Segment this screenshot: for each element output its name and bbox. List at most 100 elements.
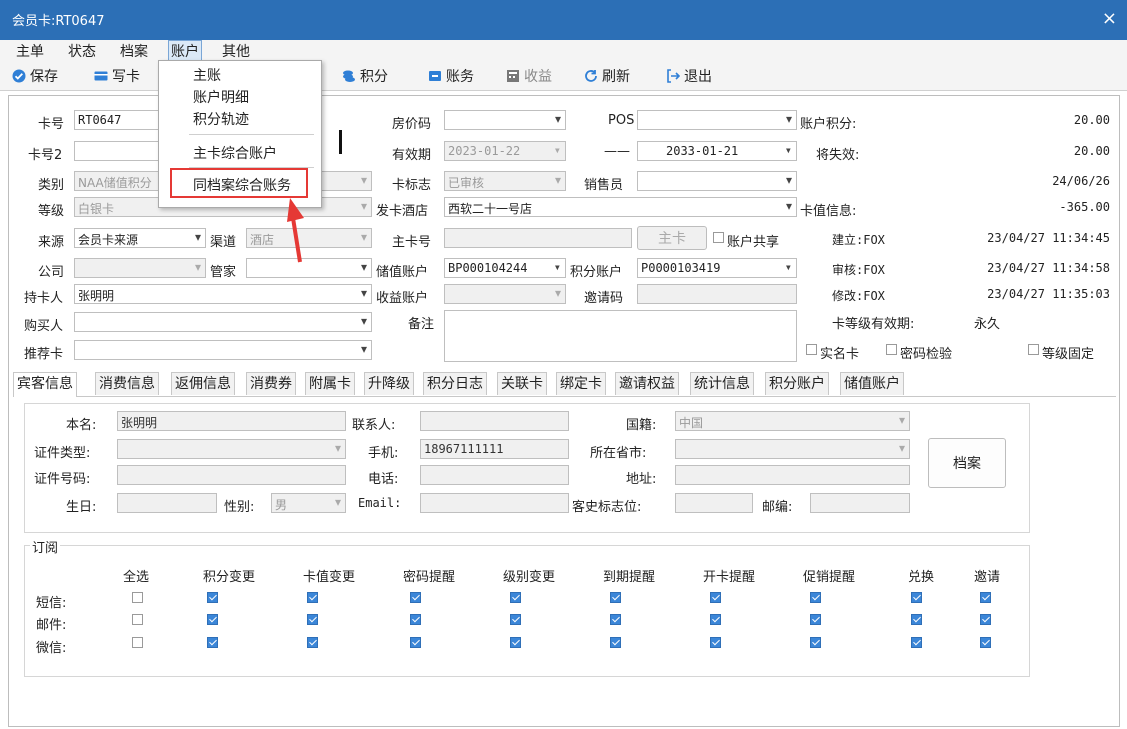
contact-field[interactable] [420,411,569,431]
menu-item-main-card-account[interactable]: 主卡综合账户 [193,143,277,163]
subscribe-wechat-checkbox-1[interactable] [207,637,218,648]
subscribe-email-checkbox-8[interactable] [911,614,922,625]
gender-select[interactable]: 男 [271,493,346,513]
valid-from-field[interactable]: 2023-01-22 [444,141,566,161]
exit-button[interactable]: 退出 [666,66,712,86]
account-button[interactable]: 账务 [428,66,474,86]
subscribe-sms-checkbox-1[interactable] [207,592,218,603]
subscribe-email-checkbox-9[interactable] [980,614,991,625]
subscribe-email-checkbox-0[interactable] [132,614,143,625]
refresh-button[interactable]: 刷新 [584,66,630,86]
subscribe-wechat-checkbox-5[interactable] [610,637,621,648]
archive-button[interactable]: 档案 [928,438,1006,488]
subscribe-sms-checkbox-6[interactable] [710,592,721,603]
subscribe-wechat-checkbox-4[interactable] [510,637,521,648]
email-field[interactable] [420,493,569,513]
subscribe-sms-checkbox-5[interactable] [610,592,621,603]
name-field[interactable]: 张明明 [117,411,346,431]
level-fixed-checkbox[interactable] [1028,344,1039,355]
menu-main[interactable]: 主单 [16,41,44,61]
tab-points-log[interactable]: 积分日志 [423,372,487,395]
birthday-field[interactable] [117,493,217,513]
points-acc-select[interactable]: P0000103419 [637,258,797,278]
remark-textarea[interactable] [444,310,797,362]
tab-stored-account[interactable]: 储值账户 [840,372,904,395]
zip-field[interactable] [810,493,910,513]
invite-field[interactable] [637,284,797,304]
tab-bound-cards[interactable]: 绑定卡 [556,372,606,395]
valid-to-field[interactable]: 2033-01-21 [637,141,797,161]
subscribe-wechat-checkbox-2[interactable] [307,637,318,648]
main-card-button[interactable]: 主卡 [637,226,707,250]
subscribe-sms-checkbox-2[interactable] [307,592,318,603]
company-select[interactable] [74,258,206,278]
subscribe-sms-checkbox-0[interactable] [132,592,143,603]
hotel-select[interactable]: 西软二十一号店 [444,197,797,217]
tab-guest-info[interactable]: 宾客信息 [13,372,77,397]
tab-consume-info[interactable]: 消费信息 [95,372,159,395]
tab-points-account[interactable]: 积分账户 [765,372,829,395]
income-select[interactable] [444,284,566,304]
phone-field[interactable] [420,465,569,485]
card-no2-field[interactable] [74,141,160,161]
subscribe-sms-checkbox-9[interactable] [980,592,991,603]
password-check-checkbox[interactable] [886,344,897,355]
room-code-select[interactable] [444,110,566,130]
menu-account[interactable]: 账户 [168,40,202,62]
menu-item-account-detail[interactable]: 账户明细 [193,87,249,107]
source-select[interactable]: 会员卡来源 [74,228,206,248]
card-no-field[interactable]: RT0647 [74,110,160,130]
close-icon[interactable]: × [1102,8,1117,29]
subscribe-wechat-checkbox-0[interactable] [132,637,143,648]
subscribe-email-checkbox-6[interactable] [710,614,721,625]
stored-select[interactable]: BP000104244 [444,258,566,278]
write-card-button[interactable]: 写卡 [94,66,140,86]
pos-select[interactable] [637,110,797,130]
income-button[interactable]: 收益 [506,66,552,86]
subscribe-wechat-checkbox-6[interactable] [710,637,721,648]
tab-sub-cards[interactable]: 附属卡 [305,372,355,395]
subscribe-email-checkbox-2[interactable] [307,614,318,625]
subscribe-wechat-checkbox-9[interactable] [980,637,991,648]
menu-status[interactable]: 状态 [68,41,96,61]
menu-archive[interactable]: 档案 [120,41,148,61]
tab-upgrade[interactable]: 升降级 [364,372,414,395]
tab-statistics[interactable]: 统计信息 [690,372,754,395]
subscribe-sms-checkbox-8[interactable] [911,592,922,603]
tab-linked-cards[interactable]: 关联卡 [497,372,547,395]
subscribe-email-checkbox-4[interactable] [510,614,521,625]
points-button[interactable]: 积分 [342,66,388,86]
menu-item-points-track[interactable]: 积分轨迹 [193,109,249,129]
subscribe-wechat-checkbox-3[interactable] [410,637,421,648]
subscribe-email-checkbox-7[interactable] [810,614,821,625]
realname-checkbox[interactable] [806,344,817,355]
buyer-select[interactable] [74,312,372,332]
subscribe-email-checkbox-3[interactable] [410,614,421,625]
subscribe-wechat-checkbox-7[interactable] [810,637,821,648]
subscribe-email-checkbox-1[interactable] [207,614,218,625]
main-card-field[interactable] [444,228,632,248]
id-no-field[interactable] [117,465,346,485]
subscribe-email-checkbox-5[interactable] [610,614,621,625]
holder-select[interactable]: 张明明 [74,284,372,304]
card-flag-select[interactable]: 已审核 [444,171,566,191]
save-button[interactable]: 保存 [12,66,58,86]
menu-other[interactable]: 其他 [222,41,250,61]
referrer-select[interactable] [74,340,372,360]
subscribe-sms-checkbox-3[interactable] [410,592,421,603]
tab-coupons[interactable]: 消费券 [246,372,296,395]
tab-rebate-info[interactable]: 返佣信息 [171,372,235,395]
tab-invite-rights[interactable]: 邀请权益 [615,372,679,395]
nation-select[interactable]: 中国 [675,411,910,431]
subscribe-wechat-checkbox-8[interactable] [911,637,922,648]
history-flag-field[interactable] [675,493,753,513]
seller-select[interactable] [637,171,797,191]
mobile-field[interactable]: 18967111111 [420,439,569,459]
address-field[interactable] [675,465,910,485]
id-type-select[interactable] [117,439,346,459]
menu-item-main-account[interactable]: 主账 [193,65,221,85]
subscribe-sms-checkbox-4[interactable] [510,592,521,603]
province-select[interactable] [675,439,910,459]
subscribe-sms-checkbox-7[interactable] [810,592,821,603]
share-checkbox[interactable] [713,232,724,243]
